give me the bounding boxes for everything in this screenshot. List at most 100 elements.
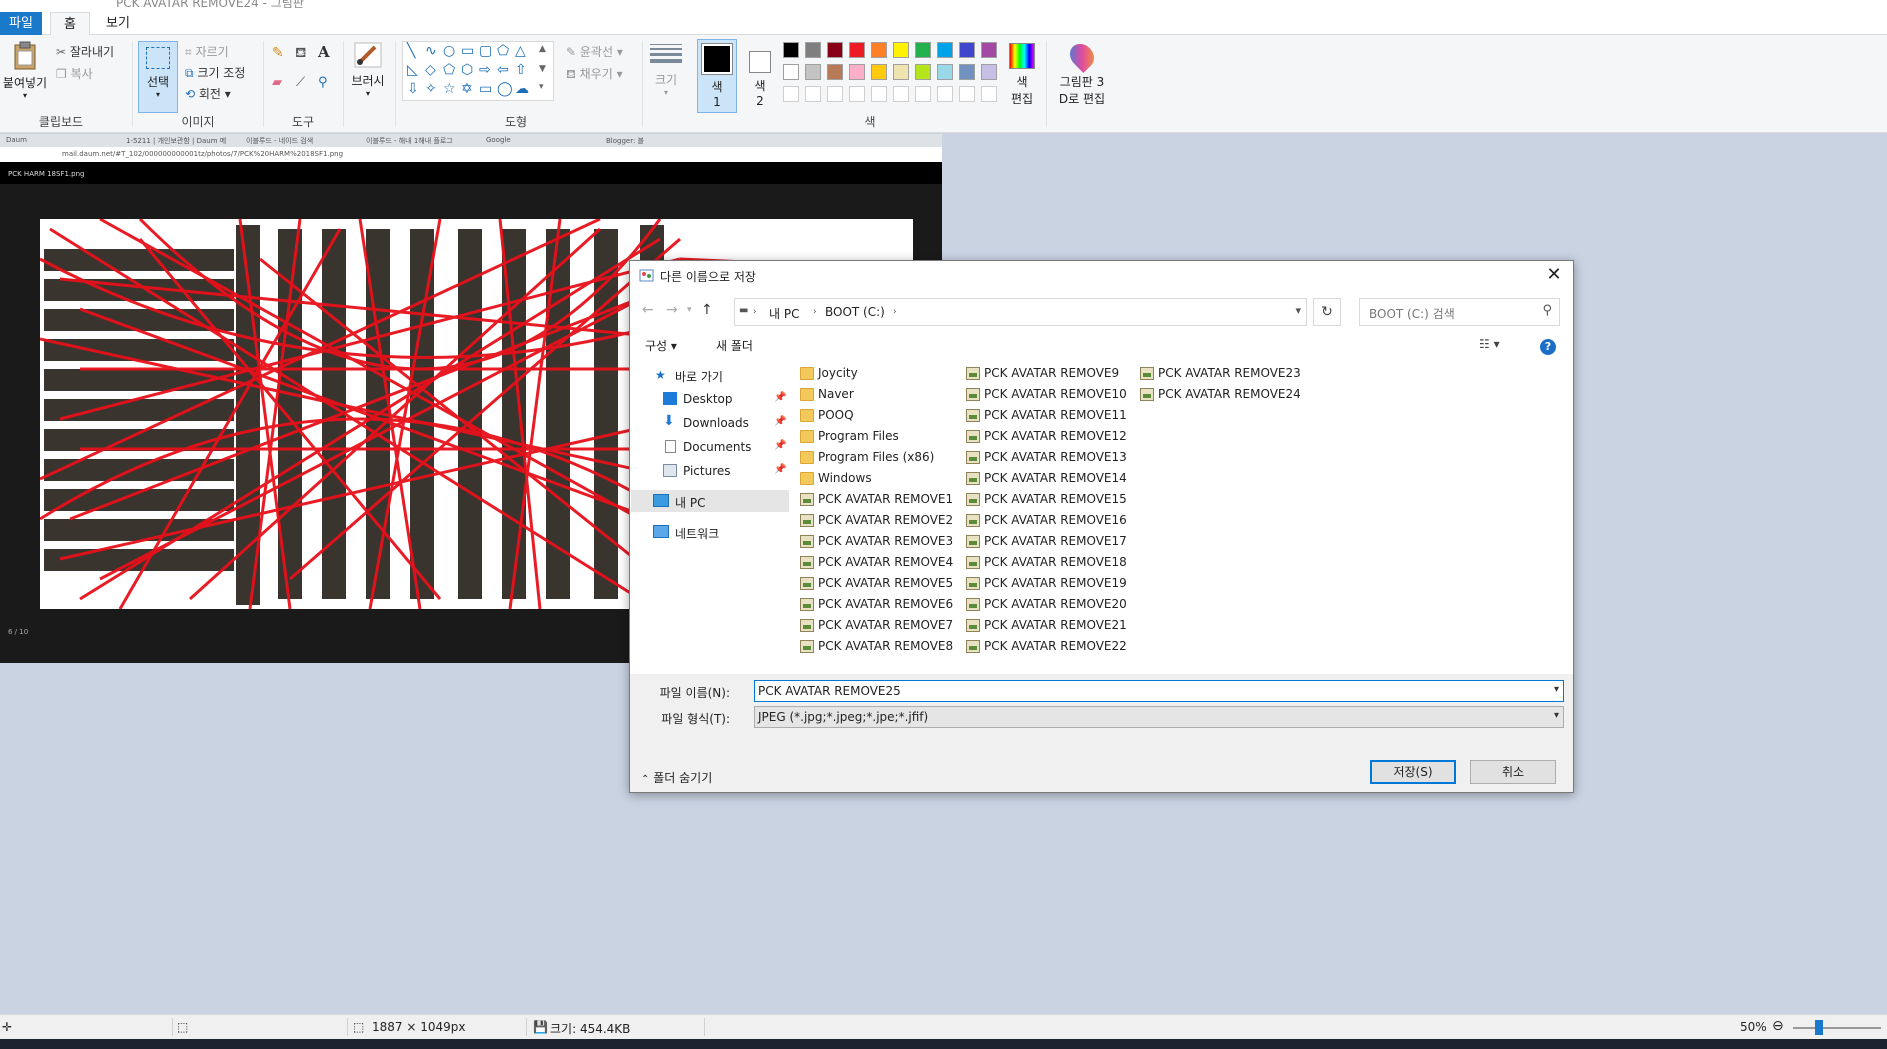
- select-button[interactable]: 선택 ▾: [138, 41, 178, 113]
- chevron-right-icon[interactable]: ›: [813, 307, 817, 317]
- nav-item-downloads[interactable]: ⬇ Downloads 📌: [631, 412, 789, 434]
- palette-swatch[interactable]: [849, 64, 865, 80]
- size-dropdown-icon[interactable]: ▾: [646, 88, 686, 97]
- left-arrow-shape-icon[interactable]: ⇦: [497, 62, 509, 78]
- six-point-star-icon[interactable]: ✡: [461, 81, 473, 97]
- four-point-star-icon[interactable]: ✧: [425, 81, 437, 97]
- recent-locations-icon[interactable]: ▾: [687, 305, 692, 315]
- brushes-button[interactable]: 브러시 ▾: [347, 41, 389, 113]
- filename-input[interactable]: PCK AVATAR REMOVE25 ▾: [754, 680, 1564, 702]
- pencil-icon[interactable]: ✎: [272, 45, 284, 61]
- palette-swatch[interactable]: [981, 42, 997, 58]
- palette-swatch[interactable]: [981, 64, 997, 80]
- right-arrow-shape-icon[interactable]: ⇨: [479, 62, 491, 78]
- filetype-dropdown-icon[interactable]: ▾: [1554, 710, 1559, 721]
- eraser-icon[interactable]: ▰: [272, 75, 282, 90]
- custom-palette-slot[interactable]: [827, 86, 843, 102]
- custom-palette-slot[interactable]: [915, 86, 931, 102]
- size-button[interactable]: 크기 ▾: [646, 41, 686, 113]
- nav-item-this-pc[interactable]: 내 PC: [631, 490, 789, 512]
- forward-arrow-icon[interactable]: →: [666, 302, 678, 318]
- palette-swatch[interactable]: [805, 64, 821, 80]
- line-shape-icon[interactable]: ╲: [407, 43, 415, 59]
- paste-button[interactable]: 붙여넣기 ▾: [2, 41, 48, 111]
- help-icon[interactable]: ?: [1540, 339, 1556, 355]
- palette-swatch[interactable]: [849, 42, 865, 58]
- nav-item-pictures[interactable]: Pictures 📌: [631, 460, 789, 482]
- hide-folders-button[interactable]: ⌃ 폴더 숨기기: [641, 769, 712, 786]
- palette-swatch[interactable]: [915, 42, 931, 58]
- tab-home[interactable]: 홈: [50, 12, 90, 35]
- back-arrow-icon[interactable]: ←: [642, 302, 654, 318]
- palette-swatch[interactable]: [871, 42, 887, 58]
- organize-button[interactable]: 구성 ▾: [645, 337, 677, 354]
- custom-palette-slot[interactable]: [805, 86, 821, 102]
- fill-bucket-icon[interactable]: ⛾: [295, 45, 306, 63]
- diamond-shape-icon[interactable]: ◇: [425, 62, 436, 78]
- gallery-expand-icon[interactable]: ▾: [539, 82, 544, 92]
- cut-button[interactable]: ✂ 잘라내기: [56, 43, 114, 60]
- magnifier-icon[interactable]: ⚲: [318, 75, 328, 90]
- callout-cloud-icon[interactable]: ☁: [515, 81, 529, 97]
- address-bar[interactable]: ▬ › 내 PC › BOOT (C:) › ▾: [734, 298, 1307, 326]
- down-arrow-shape-icon[interactable]: ⇩: [407, 81, 419, 97]
- rectangle-shape-icon[interactable]: ▭: [461, 43, 474, 59]
- pentagon-shape-icon[interactable]: ⬠: [443, 62, 455, 78]
- palette-swatch[interactable]: [893, 42, 909, 58]
- resize-button[interactable]: ⧉ 크기 조정: [185, 64, 245, 81]
- shapes-gallery[interactable]: ╲ ∿ ○ ▭ ▢ ⬠ △ ◺ ◇ ⬠ ⬡ ⇨ ⇦ ⇧ ⇩ ✧ ☆ ✡ ▭ ◯ …: [402, 41, 554, 101]
- palette-swatch[interactable]: [937, 42, 953, 58]
- custom-palette-slot[interactable]: [871, 86, 887, 102]
- text-tool-icon[interactable]: A: [318, 43, 330, 61]
- breadcrumb-boot-drive[interactable]: BOOT (C:): [825, 305, 885, 319]
- hexagon-shape-icon[interactable]: ⬡: [461, 62, 473, 78]
- select-dropdown-icon[interactable]: ▾: [139, 90, 177, 99]
- refresh-icon[interactable]: ↻: [1313, 298, 1341, 326]
- cancel-button[interactable]: 취소: [1470, 760, 1556, 784]
- up-arrow-icon[interactable]: ↑: [701, 302, 713, 318]
- custom-palette-slot[interactable]: [783, 86, 799, 102]
- palette-swatch[interactable]: [959, 42, 975, 58]
- nav-item-quick-access[interactable]: ★ 바로 가기: [631, 364, 789, 386]
- filename-dropdown-icon[interactable]: ▾: [1554, 684, 1559, 695]
- zoom-slider-thumb[interactable]: [1815, 1020, 1824, 1035]
- color2-button[interactable]: 색 2: [740, 39, 780, 113]
- new-folder-button[interactable]: 새 폴더: [716, 337, 753, 354]
- chevron-right-icon[interactable]: ›: [753, 307, 757, 317]
- zoom-out-icon[interactable]: ⊖: [1772, 1018, 1784, 1034]
- palette-swatch[interactable]: [783, 64, 799, 80]
- palette-swatch[interactable]: [827, 64, 843, 80]
- tab-file[interactable]: 파일: [0, 12, 42, 35]
- right-triangle-shape-icon[interactable]: ◺: [407, 62, 418, 78]
- rotate-button[interactable]: ⟲ 회전 ▾: [185, 85, 231, 102]
- chevron-right-icon[interactable]: ›: [893, 307, 897, 317]
- polygon-shape-icon[interactable]: ⬠: [497, 43, 509, 59]
- callout-rect-icon[interactable]: ▭: [479, 81, 492, 97]
- palette-swatch[interactable]: [871, 64, 887, 80]
- crop-button[interactable]: ⌗ 자르기: [185, 43, 229, 60]
- triangle-shape-icon[interactable]: △: [515, 43, 526, 59]
- save-button[interactable]: 저장(S): [1370, 760, 1456, 784]
- scroll-up-icon[interactable]: ▲: [539, 44, 546, 54]
- callout-oval-icon[interactable]: ◯: [497, 81, 513, 97]
- search-input[interactable]: BOOT (C:) 검색 ⚲: [1359, 298, 1560, 326]
- paste-dropdown-icon[interactable]: ▾: [2, 91, 48, 100]
- custom-palette-slot[interactable]: [981, 86, 997, 102]
- breadcrumb-this-pc[interactable]: 내 PC: [769, 305, 799, 322]
- brushes-dropdown-icon[interactable]: ▾: [347, 89, 389, 98]
- nav-item-network[interactable]: 네트워크: [631, 521, 789, 543]
- view-options-button[interactable]: ☷ ▾: [1479, 337, 1500, 351]
- palette-swatch[interactable]: [805, 42, 821, 58]
- zoom-slider[interactable]: [1793, 1027, 1881, 1029]
- color1-button[interactable]: 색 1: [697, 39, 737, 113]
- outline-button[interactable]: ✎ 윤곽선 ▾: [566, 43, 623, 60]
- edit-with-paint3d-button[interactable]: 그림판 3 D로 편집: [1052, 39, 1112, 113]
- color-picker-icon[interactable]: ⟋: [296, 75, 305, 90]
- custom-palette-slot[interactable]: [893, 86, 909, 102]
- palette-swatch[interactable]: [783, 42, 799, 58]
- palette-swatch[interactable]: [915, 64, 931, 80]
- scroll-down-icon[interactable]: ▼: [539, 64, 546, 74]
- close-button[interactable]: ✕: [1541, 263, 1567, 287]
- edit-colors-button[interactable]: 색 편집: [1004, 39, 1040, 113]
- up-arrow-shape-icon[interactable]: ⇧: [515, 62, 527, 78]
